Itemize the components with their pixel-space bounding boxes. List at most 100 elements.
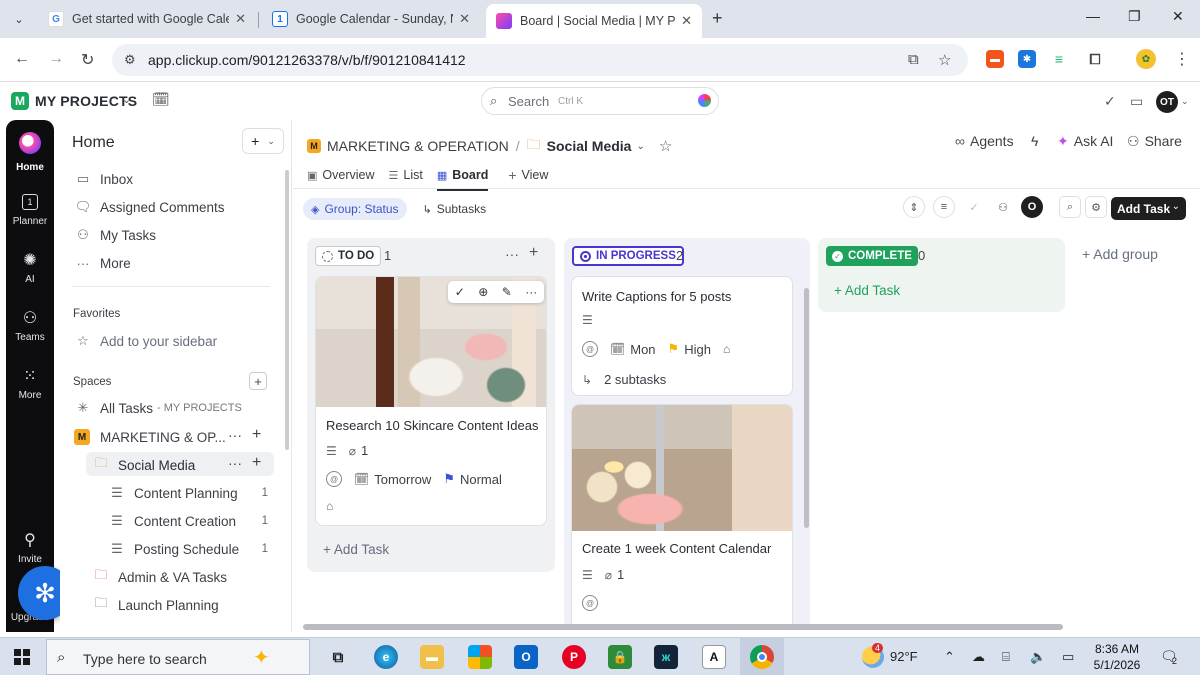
expand-collapse-icon[interactable]: ⇕	[903, 196, 925, 218]
card-more-icon[interactable]: ···	[525, 285, 537, 299]
subtask-count[interactable]: 2 subtasks	[604, 372, 666, 387]
browser-tab-google-calendar-start[interactable]: G Get started with Google Calend ✕	[38, 4, 256, 34]
assignee-icon[interactable]: @	[582, 595, 598, 611]
chevron-down-icon[interactable]: ⌄	[122, 93, 131, 106]
board-horizontal-scrollbar[interactable]	[303, 624, 1063, 630]
calendar-icon[interactable]: 🗓	[152, 91, 170, 108]
install-app-icon[interactable]: ⧉	[908, 51, 919, 68]
check-circle-icon[interactable]: ✓	[1104, 93, 1116, 110]
extension-icon-lines[interactable]: ≡	[1050, 50, 1068, 68]
attachment-count[interactable]: ⌀ 1	[349, 443, 368, 458]
video-record-icon[interactable]: ▭	[1130, 93, 1143, 110]
tab-overview[interactable]: ▣ Overview	[307, 162, 375, 188]
column-scrollbar[interactable]	[804, 288, 809, 528]
extensions-puzzle-icon[interactable]: ⧠	[1086, 50, 1104, 68]
rail-item-teams[interactable]: ⚇ Teams	[6, 308, 54, 343]
app-a-icon[interactable]: A	[702, 645, 726, 669]
column-add-task[interactable]: + Add Task	[834, 283, 900, 298]
assignee-icon[interactable]: @	[582, 341, 598, 357]
file-explorer-icon[interactable]: ▬	[420, 645, 444, 669]
chevron-down-icon[interactable]: ⌄	[636, 141, 644, 152]
bookmark-star-icon[interactable]: ☆	[938, 51, 951, 69]
sidebar-item-inbox[interactable]: ▭ Inbox	[74, 168, 274, 190]
create-new-button[interactable]: + ⌄	[242, 128, 284, 154]
address-bar[interactable]: ⚙ app.clickup.com/90121263378/v/b/f/9012…	[112, 44, 968, 76]
url-text[interactable]: app.clickup.com/90121263378/v/b/f/901210…	[148, 52, 466, 68]
add-subtask-icon[interactable]: ⊕	[478, 285, 488, 299]
assignee-icon[interactable]: @	[326, 471, 342, 487]
taskbar-clock[interactable]: 8:36 AM 5/1/2026	[1092, 641, 1142, 673]
minimize-icon[interactable]: —	[1086, 8, 1100, 24]
status-badge-in-progress[interactable]: IN PROGRESS	[572, 246, 684, 266]
priority[interactable]: ⚑ Normal	[443, 471, 502, 487]
lock-app-icon[interactable]: 🔒	[608, 645, 632, 669]
folder-add-icon[interactable]: +	[252, 454, 261, 472]
filter-icon[interactable]: ≡	[933, 196, 955, 218]
back-icon[interactable]: ←	[14, 50, 30, 68]
tab-board[interactable]: ▦ Board	[436, 162, 488, 191]
sidebar-item-my-tasks[interactable]: ⚇ My Tasks	[74, 224, 274, 246]
extension-icon-snowflake[interactable]: ✱	[1018, 50, 1036, 68]
reload-icon[interactable]: ↻	[81, 50, 94, 70]
add-task-button[interactable]: Add Task ⌄	[1111, 197, 1186, 220]
task-card-captions[interactable]: Write Captions for 5 posts ☰ @ 🗓 Mon ⚑ Hig…	[571, 276, 793, 396]
site-info-icon[interactable]: ⚙	[124, 52, 136, 68]
rail-item-ai[interactable]: ✺ AI	[6, 250, 54, 285]
browser-menu-icon[interactable]: ⋮	[1174, 49, 1190, 69]
battery-icon[interactable]: ▭	[1062, 649, 1074, 665]
settings-gear-icon[interactable]: ⚙	[1085, 196, 1107, 218]
sidebar-folder-social-media[interactable]: 🗀 Social Media	[92, 454, 292, 476]
due-date[interactable]: 🗓 Mon	[610, 342, 656, 357]
sidebar-list-content-planning[interactable]: ☰ Content Planning 1	[108, 482, 268, 504]
rail-item-invite[interactable]: ⚲ Invite	[6, 530, 54, 565]
complete-check-icon[interactable]: ✓	[455, 285, 465, 299]
rail-item-more[interactable]: ⁙ More	[6, 366, 54, 401]
sidebar-list-content-creation[interactable]: ☰ Content Creation 1	[108, 510, 268, 532]
forward-icon[interactable]: →	[48, 50, 64, 68]
folder-more-icon[interactable]: ···	[228, 455, 242, 471]
chevron-down-icon[interactable]: ⌄	[1181, 96, 1189, 107]
taskbar-search[interactable]: ⌕ Type here to search ✦	[46, 639, 310, 675]
status-badge-complete[interactable]: ✓ COMPLETE	[826, 246, 918, 266]
sidebar-scrollbar[interactable]	[285, 170, 289, 450]
sidebar-folder-admin[interactable]: 🗀 Admin & VA Tasks	[92, 566, 292, 588]
network-icon[interactable]: ⌸	[1002, 649, 1010, 665]
closed-tasks-icon[interactable]: ✓	[963, 196, 985, 218]
assignees-icon[interactable]: ⚇	[992, 196, 1014, 218]
me-filter-avatar[interactable]: O	[1021, 196, 1043, 218]
group-by-status-chip[interactable]: ◈ Group: Status	[303, 198, 407, 220]
sidebar-space-marketing[interactable]: M MARKETING & OP...	[74, 426, 274, 448]
column-add-task[interactable]: + Add Task	[323, 542, 389, 557]
breadcrumb-space[interactable]: MARKETING & OPERATION	[327, 138, 509, 154]
task-view-icon[interactable]: ⧉	[326, 645, 350, 669]
automation-bolt-icon[interactable]: ϟ	[1031, 133, 1038, 149]
tray-app-icon[interactable]: ☁	[972, 649, 985, 665]
outlook-icon[interactable]: O	[514, 645, 538, 669]
sidebar-list-posting-schedule[interactable]: ☰ Posting Schedule 1	[108, 538, 268, 560]
rail-item-home[interactable]: Home	[6, 162, 54, 173]
card-title[interactable]: Create 1 week Content Calendar	[582, 541, 771, 556]
sidebar-item-more[interactable]: ··· More	[74, 252, 274, 274]
new-tab-icon[interactable]: +	[712, 8, 723, 29]
card-title[interactable]: Research 10 Skincare Content Ideas	[326, 418, 538, 433]
browser-tab-clickup-board[interactable]: Board | Social Media | MY PROJ ✕	[486, 4, 702, 38]
tab-search-chevron-icon[interactable]: ⌄	[8, 8, 30, 30]
close-tab-icon[interactable]: ✕	[459, 11, 470, 27]
sidebar-item-all-tasks[interactable]: ✳ All Tasks - MY PROJECTS	[74, 397, 274, 419]
tag-icon[interactable]: ⌂	[326, 499, 333, 513]
tray-chevron-up-icon[interactable]: ⌃	[944, 649, 955, 665]
subtasks-chip[interactable]: ↳ Subtasks	[415, 198, 495, 220]
rail-item-planner[interactable]: 1 Planner	[6, 194, 54, 227]
maximize-icon[interactable]: ❐	[1128, 8, 1141, 25]
add-group-button[interactable]: + Add group	[1082, 246, 1158, 262]
status-badge-todo[interactable]: TO DO	[315, 246, 382, 266]
add-space-button[interactable]: +	[249, 372, 267, 390]
space-more-icon[interactable]: ···	[228, 427, 242, 443]
tab-list[interactable]: ☰ List	[389, 162, 423, 188]
priority[interactable]: ⚑ High	[668, 341, 711, 357]
task-card-calendar[interactable]: Create 1 week Content Calendar ☰ ⌀ 1 @	[571, 404, 793, 628]
sidebar-item-assigned-comments[interactable]: 🗨 Assigned Comments	[74, 196, 274, 218]
temperature[interactable]: 92°F	[890, 649, 918, 664]
app-butterfly-icon[interactable]: ж	[654, 645, 678, 669]
tag-icon[interactable]: ⌂	[723, 342, 730, 356]
